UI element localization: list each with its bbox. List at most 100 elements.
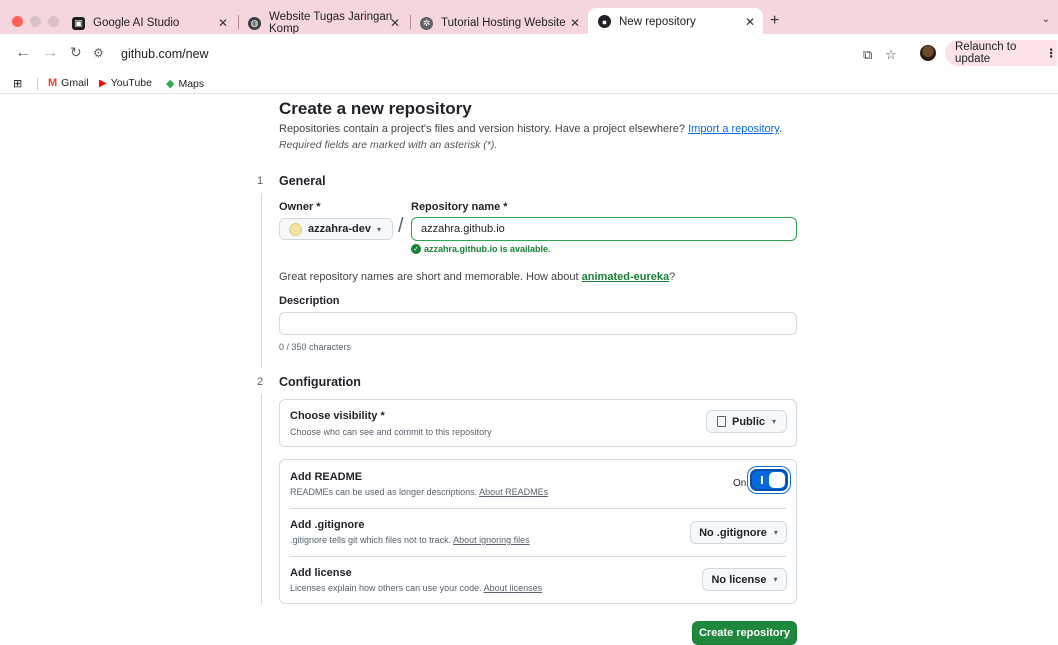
description-label: Description [279, 295, 340, 307]
license-dropdown[interactable]: No license ▾ [702, 568, 787, 591]
close-icon[interactable]: ✕ [390, 16, 400, 30]
bookmark-maps[interactable]: ◆ Maps [166, 77, 205, 91]
section-title-configuration: Configuration [279, 375, 361, 389]
page-content: Create a new repository Repositories con… [0, 95, 1058, 645]
chevron-down-icon: ▾ [773, 528, 778, 537]
apps-grid-icon[interactable]: ⊞ [13, 77, 22, 90]
visibility-description: Choose who can see and commit to this re… [290, 427, 492, 437]
character-counter: 0 / 350 characters [279, 342, 352, 352]
readme-description: READMEs can be used as longer descriptio… [290, 487, 548, 497]
repository-features-card: Add README READMEs can be used as longer… [279, 459, 797, 604]
browser-tab-strip: ▣ Google AI Studio ✕ ◍ Website Tugas Jar… [0, 0, 1058, 35]
close-icon[interactable]: ✕ [745, 15, 755, 29]
description-input[interactable] [279, 312, 797, 335]
license-desc-text: Licenses explain how others can use your… [290, 583, 482, 593]
visibility-title: Choose visibility * [290, 410, 385, 422]
repository-name-input[interactable] [411, 217, 797, 241]
name-suggestion-hint: Great repository names are short and mem… [279, 271, 675, 283]
tab-title: Website Tugas Jaringan Komp [269, 11, 393, 35]
owner-repo-separator: / [398, 215, 404, 237]
github-icon: ● [598, 15, 611, 28]
page-title: Create a new repository [279, 99, 472, 118]
tab-new-repository[interactable]: ● New repository ✕ [588, 8, 763, 35]
section-title-general: General [279, 174, 326, 188]
step-rail [261, 394, 262, 604]
chevron-down-icon: ▾ [772, 417, 777, 426]
readme-toggle[interactable] [750, 469, 788, 491]
chevron-down-icon: ▾ [376, 224, 381, 234]
hosting-icon: ✲ [420, 16, 433, 30]
owner-dropdown[interactable]: azzahra-dev ▾ [279, 218, 393, 240]
chevron-down-icon: ▾ [773, 575, 778, 584]
cast-icon[interactable]: ⧉ [863, 47, 872, 63]
check-circle-icon: ✓ [411, 244, 421, 254]
site-settings-icon[interactable]: ⚙ [93, 46, 104, 60]
profile-avatar[interactable] [920, 45, 936, 61]
visibility-value: Public [731, 415, 765, 428]
repo-book-icon [716, 416, 726, 427]
owner-avatar [289, 222, 302, 236]
readme-row: Add README READMEs can be used as longer… [280, 460, 796, 508]
relaunch-button[interactable]: Relaunch to update ⋮ [945, 40, 1057, 66]
about-ignoring-files-link[interactable]: About ignoring files [453, 535, 530, 545]
close-icon[interactable]: ✕ [570, 16, 580, 30]
gitignore-description: .gitignore tells git which files not to … [290, 535, 530, 545]
gitignore-dropdown[interactable]: No .gitignore ▾ [690, 521, 787, 544]
tab-separator [410, 15, 411, 29]
step-number-1: 1 [257, 175, 264, 187]
about-readmes-link[interactable]: About READMEs [479, 487, 548, 497]
close-icon[interactable]: ✕ [218, 16, 228, 30]
new-tab-button[interactable]: + [770, 12, 779, 30]
suggested-name-link[interactable]: animated-eureka [582, 271, 669, 283]
license-description: Licenses explain how others can use your… [290, 583, 542, 593]
page-subtitle: Repositories contain a project's files a… [279, 123, 782, 135]
hint-suffix: ? [669, 271, 676, 283]
tab-google-ai-studio[interactable]: ▣ Google AI Studio ✕ [68, 11, 236, 35]
maximize-window-icon[interactable] [48, 16, 59, 27]
required-note: Required fields are marked with an aster… [279, 139, 498, 151]
tab-tutorial-hosting[interactable]: ✲ Tutorial Hosting Website ✕ [412, 11, 588, 35]
owner-label: Owner * [279, 201, 321, 213]
create-repository-button[interactable]: Create repository [692, 621, 797, 645]
license-row: Add license Licenses explain how others … [280, 556, 796, 604]
bookmark-star-icon[interactable]: ☆ [885, 47, 897, 63]
step-number-2: 2 [257, 376, 264, 388]
visibility-card: Choose visibility * Choose who can see a… [279, 399, 797, 447]
address-bar[interactable]: ⚙ github.com/new ⧉ ☆ [93, 39, 897, 69]
gitignore-value: No .gitignore [699, 526, 767, 539]
tab-website-tugas[interactable]: ◍ Website Tugas Jaringan Komp ✕ [240, 11, 408, 35]
bookmark-youtube[interactable]: ▶ YouTube [99, 77, 152, 89]
hint-text: Great repository names are short and mem… [279, 271, 579, 283]
availability-text: azzahra.github.io is available. [424, 244, 551, 254]
globe-icon: ◍ [248, 16, 261, 30]
ai-studio-icon: ▣ [72, 16, 85, 30]
subtitle-suffix: . [779, 123, 783, 135]
gitignore-title: Add .gitignore [290, 519, 365, 531]
reload-icon[interactable]: ↻ [70, 44, 82, 61]
gitignore-desc-text: .gitignore tells git which files not to … [290, 535, 452, 545]
maps-icon: ◆ [166, 78, 175, 90]
tab-title: Tutorial Hosting Website [441, 17, 566, 29]
visibility-dropdown[interactable]: Public ▾ [706, 410, 787, 433]
bookmark-label: Maps [178, 77, 205, 90]
close-window-icon[interactable] [12, 16, 23, 27]
forward-arrow-icon[interactable]: → [42, 44, 58, 62]
readme-desc-text: READMEs can be used as longer descriptio… [290, 487, 478, 497]
back-arrow-icon[interactable]: ← [15, 44, 31, 62]
bookmarks-separator [37, 78, 38, 90]
browser-toolbar: ← → ↻ ⚙ github.com/new ⧉ ☆ Relaunch to u… [0, 34, 1058, 74]
minimize-window-icon[interactable] [30, 16, 41, 27]
tab-search-chevron-icon[interactable]: ⌄ [1042, 14, 1050, 25]
bookmark-gmail[interactable]: M Gmail [48, 77, 89, 89]
tab-title: Google AI Studio [93, 17, 180, 29]
toggle-on-mark [761, 476, 763, 484]
bookmark-label: YouTube [110, 77, 152, 89]
url-text: github.com/new [121, 47, 209, 61]
more-vert-icon[interactable]: ⋮ [1046, 46, 1058, 60]
bookmark-label: Gmail [61, 77, 89, 89]
youtube-icon: ▶ [99, 77, 107, 89]
gitignore-row: Add .gitignore .gitignore tells git whic… [280, 508, 796, 556]
repository-name-label: Repository name * [411, 201, 508, 213]
import-repository-link[interactable]: Import a repository [688, 123, 779, 135]
about-licenses-link[interactable]: About licenses [484, 583, 543, 593]
